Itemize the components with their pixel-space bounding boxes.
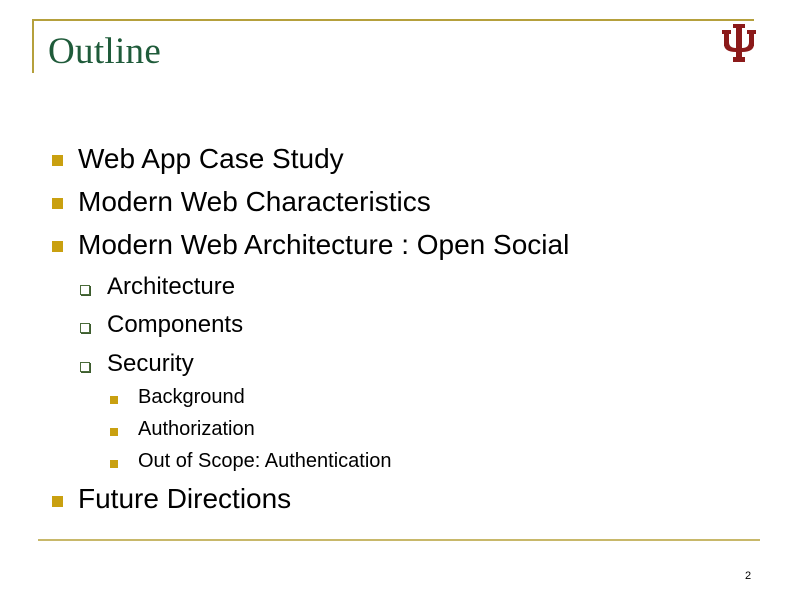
sub-sub-bullet-icon (110, 460, 118, 468)
sub-sub-bullet-icon (110, 428, 118, 436)
sub-bullet-item: Components (107, 311, 244, 338)
bullet-icon (52, 198, 63, 209)
bullet-icon (52, 496, 63, 507)
page-number: 2 (745, 570, 752, 582)
header-rule-right (401, 19, 754, 21)
sub-bullet-icon (80, 362, 90, 372)
sub-sub-bullet-icon (110, 396, 118, 404)
slide-title: Outline (48, 31, 162, 72)
header-rule-dots (385, 19, 401, 21)
bullet-icon (52, 241, 63, 252)
bullet-item: Future Directions (78, 483, 292, 514)
bullet-item: Modern Web Characteristics (78, 186, 431, 217)
sub-sub-bullet-item: Background (138, 386, 245, 408)
bullet-item: Modern Web Architecture : Open Social (78, 229, 570, 260)
sub-bullet-icon (80, 323, 90, 333)
sub-sub-bullet-item: Authorization (138, 418, 255, 440)
bullet-icon (52, 155, 63, 166)
iu-trident-logo-icon (722, 24, 756, 62)
header-left-rule (32, 19, 34, 73)
header-rule (32, 19, 414, 21)
sub-bullet-item: Architecture (107, 273, 236, 300)
sub-bullet-icon (80, 285, 90, 295)
sub-bullet-item: Security (107, 350, 194, 377)
sub-sub-bullet-item: Out of Scope: Authentication (138, 450, 392, 472)
bullet-item: Web App Case Study (78, 143, 344, 174)
footer-rule (38, 539, 760, 541)
